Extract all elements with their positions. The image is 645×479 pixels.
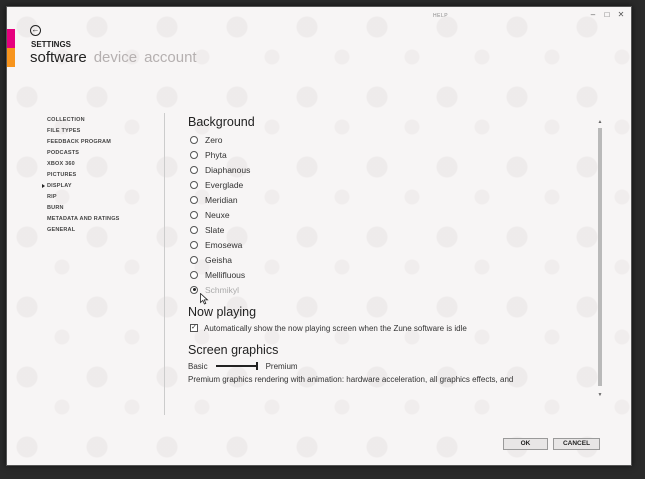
vertical-divider: [164, 113, 165, 415]
radio-label: Diaphanous: [205, 164, 251, 175]
accent-bar: [7, 29, 15, 67]
radio-label: Neuxe: [205, 209, 230, 220]
sidebar-item-burn[interactable]: BURN: [47, 203, 120, 214]
radio-label: Everglade: [205, 179, 244, 190]
scroll-thumb[interactable]: [598, 128, 602, 386]
radio-option[interactable]: Slate: [188, 222, 592, 237]
background-radio-group: Zero Phyta Diaphanous Everglade Meridian…: [188, 132, 592, 297]
radio-option[interactable]: Diaphanous: [188, 162, 592, 177]
zune-settings-window: HELP – □ ✕ ← SETTINGS software device ac…: [6, 6, 632, 466]
radio-label: Schmikyl: [205, 284, 240, 295]
pivot-account[interactable]: account: [144, 49, 197, 66]
maximize-icon[interactable]: □: [603, 11, 611, 19]
sidebar-item-xbox-360[interactable]: XBOX 360: [47, 159, 120, 170]
radio-option[interactable]: Geisha: [188, 252, 592, 267]
radio-button[interactable]: [190, 165, 198, 174]
radio-option[interactable]: Phyta: [188, 147, 592, 162]
radio-button[interactable]: [190, 150, 198, 159]
radio-label: Meridian: [205, 194, 238, 205]
radio-option[interactable]: Everglade: [188, 177, 592, 192]
radio-button[interactable]: [190, 180, 198, 189]
radio-button[interactable]: [190, 270, 198, 279]
sidebar-item-pictures[interactable]: PICTURES: [47, 170, 120, 181]
radio-option[interactable]: Mellifluous: [188, 267, 592, 282]
graphics-description: Premium graphics rendering with animatio…: [188, 375, 514, 384]
now-playing-heading: Now playing: [188, 305, 257, 319]
pivot-nav: software device account: [30, 49, 197, 66]
now-playing-checkbox-label: Automatically show the now playing scree…: [204, 323, 467, 333]
radio-option[interactable]: Meridian: [188, 192, 592, 207]
scroll-down-icon[interactable]: ▼: [597, 393, 603, 398]
radio-button[interactable]: [190, 225, 198, 234]
sidebar-item-display[interactable]: DISPLAY: [42, 181, 120, 192]
slider-thumb[interactable]: [255, 362, 258, 370]
help-link[interactable]: HELP: [433, 13, 448, 19]
now-playing-option[interactable]: ✓ Automatically show the now playing scr…: [188, 321, 592, 335]
sidebar-item-podcasts[interactable]: PODCASTS: [47, 148, 120, 159]
radio-option[interactable]: Zero: [188, 132, 592, 147]
scroll-up-icon[interactable]: ▲: [597, 120, 603, 125]
sidebar-item-general[interactable]: GENERAL: [47, 225, 120, 236]
radio-label: Emosewa: [205, 239, 243, 250]
radio-button[interactable]: [190, 195, 198, 204]
radio-option[interactable]: Neuxe: [188, 207, 592, 222]
sidebar-item-metadata-and-ratings[interactable]: METADATA AND RATINGS: [47, 214, 120, 225]
radio-button[interactable]: [190, 135, 198, 144]
page-title: SETTINGS: [31, 40, 72, 49]
sidebar-item-feedback-program[interactable]: FEEDBACK PROGRAM: [47, 137, 120, 148]
slider-min-label: Basic: [188, 361, 208, 371]
ok-button[interactable]: OK: [503, 438, 548, 450]
sidebar-item-rip[interactable]: RIP: [47, 192, 120, 203]
sidebar-item-file-types[interactable]: FILE TYPES: [47, 126, 120, 137]
window-controls: – □ ✕: [589, 11, 625, 19]
display-settings-panel: Background Zero Phyta Diaphanous Evergla…: [188, 113, 592, 397]
radio-label: Zero: [205, 134, 223, 145]
graphics-slider-row: Basic Premium: [188, 359, 592, 373]
vertical-scrollbar[interactable]: ▲ ▼: [597, 120, 603, 398]
pivot-software[interactable]: software: [30, 49, 87, 66]
radio-option-selected[interactable]: Schmikyl: [188, 282, 592, 297]
radio-label: Phyta: [205, 149, 227, 160]
sidebar-item-collection[interactable]: COLLECTION: [47, 115, 120, 126]
radio-label: Geisha: [205, 254, 232, 265]
screen-graphics-heading: Screen graphics: [188, 343, 279, 357]
radio-label: Mellifluous: [205, 269, 246, 280]
pivot-device[interactable]: device: [94, 49, 137, 66]
minimize-icon[interactable]: –: [589, 11, 597, 19]
radio-label: Slate: [205, 224, 225, 235]
radio-button[interactable]: [190, 285, 198, 294]
settings-sidebar: COLLECTION FILE TYPES FEEDBACK PROGRAM P…: [42, 115, 120, 236]
mouse-pointer-icon: [200, 293, 209, 305]
now-playing-checkbox[interactable]: ✓: [190, 324, 198, 332]
cancel-button[interactable]: CANCEL: [553, 438, 600, 450]
radio-button[interactable]: [190, 240, 198, 249]
background-heading: Background: [188, 115, 255, 129]
radio-button[interactable]: [190, 255, 198, 264]
back-arrow-icon[interactable]: ←: [30, 25, 41, 36]
radio-option[interactable]: Emosewa: [188, 237, 592, 252]
close-icon[interactable]: ✕: [617, 11, 625, 19]
slider-max-label: Premium: [265, 361, 298, 371]
graphics-quality-slider[interactable]: [215, 362, 258, 370]
radio-button[interactable]: [190, 210, 198, 219]
